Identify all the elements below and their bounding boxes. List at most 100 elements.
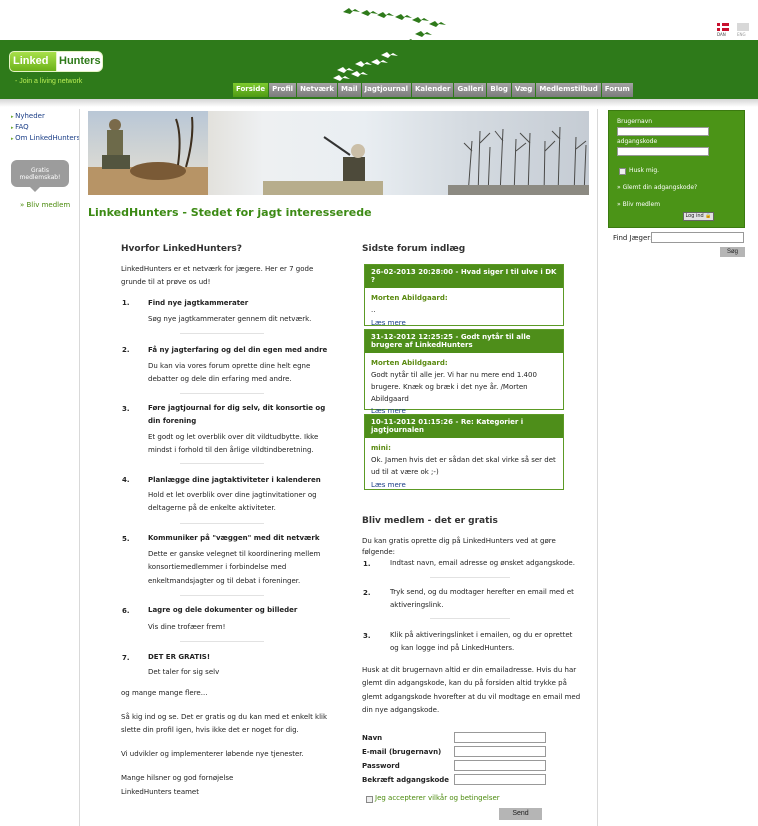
terms-link[interactable]: Jeg accepterer vilkår og betingelser bbox=[375, 794, 500, 802]
nav-jagtjournal[interactable]: Jagtjournal bbox=[361, 83, 411, 97]
step-num: 3. bbox=[363, 632, 371, 640]
why-title: Hvorfor LinkedHunters? bbox=[121, 244, 242, 254]
separator bbox=[180, 523, 264, 524]
login-become-member-link[interactable]: » Bliv medlem bbox=[617, 201, 660, 208]
bubble-tail bbox=[29, 186, 41, 192]
nav-profil[interactable]: Profil bbox=[269, 83, 297, 97]
member-title: Bliv medlem - det er gratis bbox=[362, 516, 498, 526]
login-button[interactable]: Log ind 🔒 bbox=[683, 212, 714, 221]
forum-title: Sidste forum indlæg bbox=[362, 244, 466, 254]
forum-post-header[interactable]: 10-11-2012 01:15:26 - Re: Kategorier i j… bbox=[365, 415, 563, 438]
forum-post: 26-02-2013 20:28:00 - Hvad siger I til u… bbox=[364, 264, 564, 327]
step-num: 1. bbox=[363, 560, 371, 568]
forum-post: 10-11-2012 01:15:26 - Re: Kategorier i j… bbox=[364, 414, 564, 490]
why-heading: Find nye jagtkammerater bbox=[148, 299, 249, 307]
nav-netvaerk[interactable]: Netværk bbox=[297, 83, 338, 97]
confirm-password-label: Bekræft adgangskode bbox=[362, 776, 450, 784]
left-nav: Nyheder FAQ Om LinkedHunters bbox=[11, 111, 80, 144]
main-nav: Forside Profil Netværk Mail Jagtjournal … bbox=[233, 83, 633, 97]
logo-linked[interactable]: Linked bbox=[9, 51, 57, 72]
username-label: Brugernavn bbox=[617, 118, 653, 125]
step-body: Tryk send, og du modtager herefter en em… bbox=[390, 588, 574, 610]
login-button-label: Log ind bbox=[685, 213, 704, 219]
step-body: Indtast navn, email adresse og ønsket ad… bbox=[390, 559, 575, 567]
closing-signature: Mange hilsner og god fornøjelse LinkedHu… bbox=[121, 774, 234, 796]
why-body: Et godt og let overblik over dit vildtud… bbox=[148, 433, 319, 455]
forum-post-header[interactable]: 26-02-2013 20:28:00 - Hvad siger I til u… bbox=[365, 265, 563, 288]
why-body: Du kan via vores forum oprette dine helt… bbox=[148, 362, 311, 384]
separator bbox=[180, 393, 264, 394]
why-heading: Planlægge dine jagtaktiviteter i kalende… bbox=[148, 476, 321, 484]
why-heading: Få ny jagterfaring og del din egen med a… bbox=[148, 346, 328, 354]
lock-icon: 🔒 bbox=[705, 213, 712, 219]
member-note: Husk at dit brugernavn altid er din emai… bbox=[362, 666, 581, 714]
free-membership-bubble[interactable]: Gratis medlemskab! bbox=[11, 160, 69, 187]
search-button[interactable]: Søg bbox=[720, 247, 745, 257]
separator bbox=[180, 641, 264, 642]
page-title: LinkedHunters - Stedet for jagt interess… bbox=[88, 206, 372, 219]
flag-danish-icon[interactable] bbox=[717, 23, 729, 31]
nav-kalender[interactable]: Kalender bbox=[411, 83, 454, 97]
flag-english-icon[interactable] bbox=[737, 23, 749, 31]
remember-me-label: Husk mig. bbox=[629, 167, 660, 174]
name-input[interactable] bbox=[454, 732, 546, 743]
forum-post-header[interactable]: 31-12-2012 12:25:25 - Godt nytår til all… bbox=[365, 330, 563, 353]
forum-post-text: .. bbox=[371, 305, 376, 314]
language-eng[interactable]: ENG bbox=[737, 32, 746, 37]
forum-post-author: Morten Abildgaard: bbox=[371, 358, 448, 367]
name-label: Navn bbox=[362, 734, 383, 742]
separator bbox=[430, 577, 510, 578]
find-hunter-label: Find Jæger: bbox=[613, 234, 653, 242]
left-link-om[interactable]: Om LinkedHunters bbox=[11, 133, 80, 144]
nav-blog[interactable]: Blog bbox=[487, 83, 511, 97]
header-shadow bbox=[0, 99, 758, 107]
nav-mail[interactable]: Mail bbox=[338, 83, 361, 97]
why-heading: Føre jagtjournal for dig selv, dit konso… bbox=[148, 404, 326, 426]
step-body: Klik på aktiveringslinket i emailen, og … bbox=[390, 631, 573, 653]
forgot-password-link[interactable]: » Glemt din adgangskode? bbox=[617, 184, 697, 191]
why-heading: Lagre og dele dokumenter og billeder bbox=[148, 606, 298, 614]
left-link-faq[interactable]: FAQ bbox=[11, 122, 80, 133]
username-input[interactable] bbox=[617, 127, 709, 136]
why-body: Det taler for sig selv bbox=[148, 668, 220, 676]
column-divider-left bbox=[79, 109, 80, 826]
logo-hunters[interactable]: Hunters bbox=[56, 51, 103, 72]
confirm-password-input[interactable] bbox=[454, 774, 546, 785]
why-body: Dette er ganske velegnet til koordinerin… bbox=[148, 550, 321, 585]
left-become-member-link[interactable]: » Bliv medlem bbox=[20, 201, 70, 209]
why-heading: Kommuniker på "væggen" med dit netværk bbox=[148, 534, 320, 542]
password-input[interactable] bbox=[617, 147, 709, 156]
left-link-nyheder[interactable]: Nyheder bbox=[11, 111, 80, 122]
geese-overlay bbox=[333, 52, 398, 81]
member-intro: Du kan gratis oprette dig på LinkedHunte… bbox=[362, 537, 556, 556]
separator bbox=[180, 333, 264, 334]
nav-galleri[interactable]: Galleri bbox=[454, 83, 487, 97]
email-input[interactable] bbox=[454, 746, 546, 757]
closing-line: Vi udvikler og implementerer løbende nye… bbox=[121, 750, 304, 759]
column-divider-right bbox=[597, 109, 598, 826]
why-num: 6. bbox=[122, 607, 130, 615]
language-dan[interactable]: DAN bbox=[717, 32, 726, 37]
why-num: 4. bbox=[122, 476, 130, 484]
find-hunter-input[interactable] bbox=[651, 232, 744, 243]
remember-me-checkbox[interactable] bbox=[619, 168, 626, 175]
nav-forside[interactable]: Forside bbox=[233, 83, 269, 97]
nav-forum[interactable]: Forum bbox=[601, 83, 633, 97]
why-num: 3. bbox=[122, 405, 130, 413]
terms-checkbox[interactable] bbox=[366, 796, 373, 803]
signup-password-input[interactable] bbox=[454, 760, 546, 771]
email-label: E-mail (brugernavn) bbox=[362, 748, 442, 756]
forum-post: 31-12-2012 12:25:25 - Godt nytår til all… bbox=[364, 329, 564, 415]
nav-medlemstilbud[interactable]: Medlemstilbud bbox=[536, 83, 601, 97]
closing-text: og mange mange flere... Så kig ind og se… bbox=[121, 688, 333, 811]
closing-line: og mange mange flere... bbox=[121, 689, 208, 697]
nav-vaeg[interactable]: Væg bbox=[511, 83, 536, 97]
read-more-link[interactable]: Læs mere bbox=[365, 479, 563, 494]
logo-tagline: - Join a living network bbox=[15, 78, 83, 85]
step-num: 2. bbox=[363, 589, 371, 597]
why-heading: DET ER GRATIS! bbox=[148, 653, 211, 661]
why-body: Vis dine trofæer frem! bbox=[148, 623, 226, 631]
forum-post-text: Ok. Jamen hvis det er sådan det skal vir… bbox=[371, 455, 556, 476]
send-button[interactable]: Send bbox=[499, 808, 542, 820]
password-label: adgangskode bbox=[617, 138, 658, 145]
